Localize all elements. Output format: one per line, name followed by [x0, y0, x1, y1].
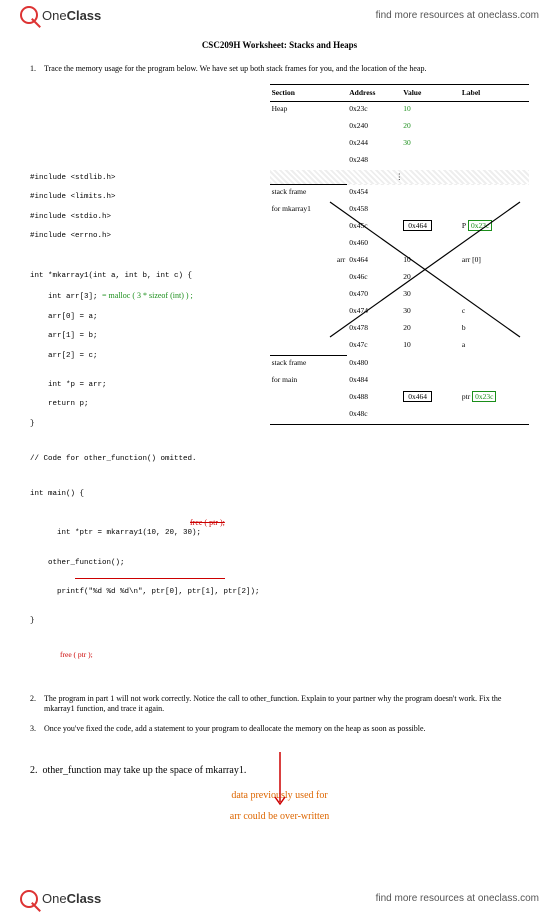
hw-green-box: 0x23c — [472, 391, 496, 402]
footer-tagline: find more resources at oneclass.com — [376, 893, 539, 904]
addr: 0x23c — [347, 102, 401, 120]
addr: 0x458 — [347, 202, 401, 219]
code-line: return p; — [30, 400, 260, 410]
hw-a2-num: 2. — [30, 765, 38, 776]
hw-val: 20 — [401, 270, 460, 287]
header-tagline: find more resources at oneclass.com — [376, 10, 539, 21]
main-columns: #include <stdlib.h> #include <limits.h> … — [30, 84, 529, 679]
addr: 0x470 — [347, 287, 401, 304]
code-line: #include <limits.h> — [30, 193, 260, 203]
code-line: int main() { — [30, 490, 260, 500]
code-line: arr[2] = c; — [30, 352, 260, 362]
section-frame2b: for main — [270, 373, 348, 390]
code-line: int arr[3]; — [30, 293, 98, 301]
addr: 0x464 — [347, 253, 401, 270]
th-label: Label — [460, 85, 529, 102]
hw-p-lbl: P — [462, 221, 466, 230]
hw-green-box: 0x23c — [468, 220, 492, 231]
magnifier-icon — [20, 890, 38, 908]
hw-val: 10 — [401, 338, 460, 356]
hw-ptr-val: 0x464 — [403, 391, 432, 402]
hw-lbl: c — [460, 304, 529, 321]
arrow-down-icon — [270, 752, 290, 812]
addr: 0x488 — [347, 390, 401, 407]
code-line: #include <stdlib.h> — [30, 174, 260, 184]
q1-text: Trace the memory usage for the program b… — [44, 64, 529, 74]
question-2: 2. The program in part 1 will not work c… — [30, 694, 529, 715]
code-line: #include <stdio.h> — [30, 213, 260, 223]
hw-lbl: b — [460, 321, 529, 338]
page-header: OneClass find more resources at oneclass… — [0, 0, 559, 30]
worksheet-title: CSC209H Worksheet: Stacks and Heaps — [0, 40, 559, 50]
code-line: } — [30, 420, 260, 430]
th-section: Section — [270, 85, 348, 102]
hw-val: 30 — [401, 304, 460, 321]
page-footer: OneClass find more resources at oneclass… — [0, 884, 559, 914]
code-line: printf("%d %d %d\n", ptr[0], ptr[1], ptr… — [39, 588, 260, 596]
code-line: arr[0] = a; — [30, 313, 260, 323]
hw-val: 10 — [401, 102, 460, 120]
addr: 0x460 — [347, 236, 401, 253]
ellipsis: ⋮ — [270, 170, 529, 185]
q2-number: 2. — [30, 694, 44, 715]
addr: 0x454 — [347, 185, 401, 203]
hw-free-annotation: free ( ptr ); — [30, 650, 260, 660]
hw-a3-line2: arr could be over-written — [30, 811, 529, 822]
section-frame1: stack frame — [270, 185, 348, 203]
addr: 0x248 — [347, 153, 401, 170]
hw-ptr-lbl: ptr — [462, 392, 470, 401]
code-line: int *p = arr; — [30, 381, 260, 391]
code-line: int *ptr = mkarray1(10, 20, 30); — [39, 529, 201, 537]
code-line: arr[1] = b; — [30, 332, 260, 342]
section-frame1b: for mkarray1 — [270, 202, 348, 219]
addr: 0x45c — [347, 219, 401, 236]
addr: 0x484 — [347, 373, 401, 390]
brand-logo-footer: OneClass — [20, 890, 101, 908]
code-line: // Code for other_function() omitted. — [30, 455, 260, 465]
code-line: } — [30, 617, 260, 627]
brand-text: OneClass — [42, 8, 101, 23]
hw-free-strike: free ( ptr ); — [190, 518, 225, 528]
hw-red-underline — [75, 578, 225, 579]
addr: 0x244 — [347, 136, 401, 153]
section-frame2: stack frame — [270, 356, 348, 374]
addr: 0x474 — [347, 304, 401, 321]
q2-text: The program in part 1 will not work corr… — [44, 694, 529, 715]
th-value: Value — [401, 85, 460, 102]
memory-table: Section Address Value Label Heap0x23c10 … — [270, 84, 529, 679]
code-line: other_function(); — [30, 559, 260, 569]
hw-arr0: arr [0] — [460, 253, 529, 270]
th-address: Address — [347, 85, 401, 102]
magnifier-icon — [20, 6, 38, 24]
hw-malloc-annotation: = malloc ( 3 * sizeof (int) ) ; — [102, 291, 193, 300]
code-line: #include <errno.h> — [30, 232, 260, 242]
hw-val: 10 — [401, 253, 460, 270]
brand-logo: OneClass — [20, 6, 101, 24]
hw-arr: arr — [337, 255, 345, 264]
addr: 0x478 — [347, 321, 401, 338]
addr: 0x47c — [347, 338, 401, 356]
hw-val: 20 — [401, 119, 460, 136]
addr: 0x240 — [347, 119, 401, 136]
hw-val: 30 — [401, 287, 460, 304]
handwritten-answers: 2. other_function may take up the space … — [0, 755, 559, 884]
q3-number: 3. — [30, 724, 44, 734]
addr: 0x46c — [347, 270, 401, 287]
hw-a2-text: other_function may take up the space of … — [43, 765, 247, 776]
question-1: 1. Trace the memory usage for the progra… — [30, 64, 529, 74]
hw-val: 20 — [401, 321, 460, 338]
hw-val: 30 — [401, 136, 460, 153]
hw-p-val: 0x464 — [403, 220, 432, 231]
q1-number: 1. — [30, 64, 44, 74]
question-3: 3. Once you've fixed the code, add a sta… — [30, 724, 529, 734]
hw-lbl: a — [460, 338, 529, 356]
section-heap: Heap — [270, 102, 348, 120]
code-line: int *mkarray1(int a, int b, int c) { — [30, 272, 260, 282]
code-listing: #include <stdlib.h> #include <limits.h> … — [30, 84, 260, 679]
q3-text: Once you've fixed the code, add a statem… — [44, 724, 529, 734]
addr: 0x480 — [347, 356, 401, 374]
brand-text-footer: OneClass — [42, 891, 101, 906]
addr: 0x48c — [347, 407, 401, 425]
